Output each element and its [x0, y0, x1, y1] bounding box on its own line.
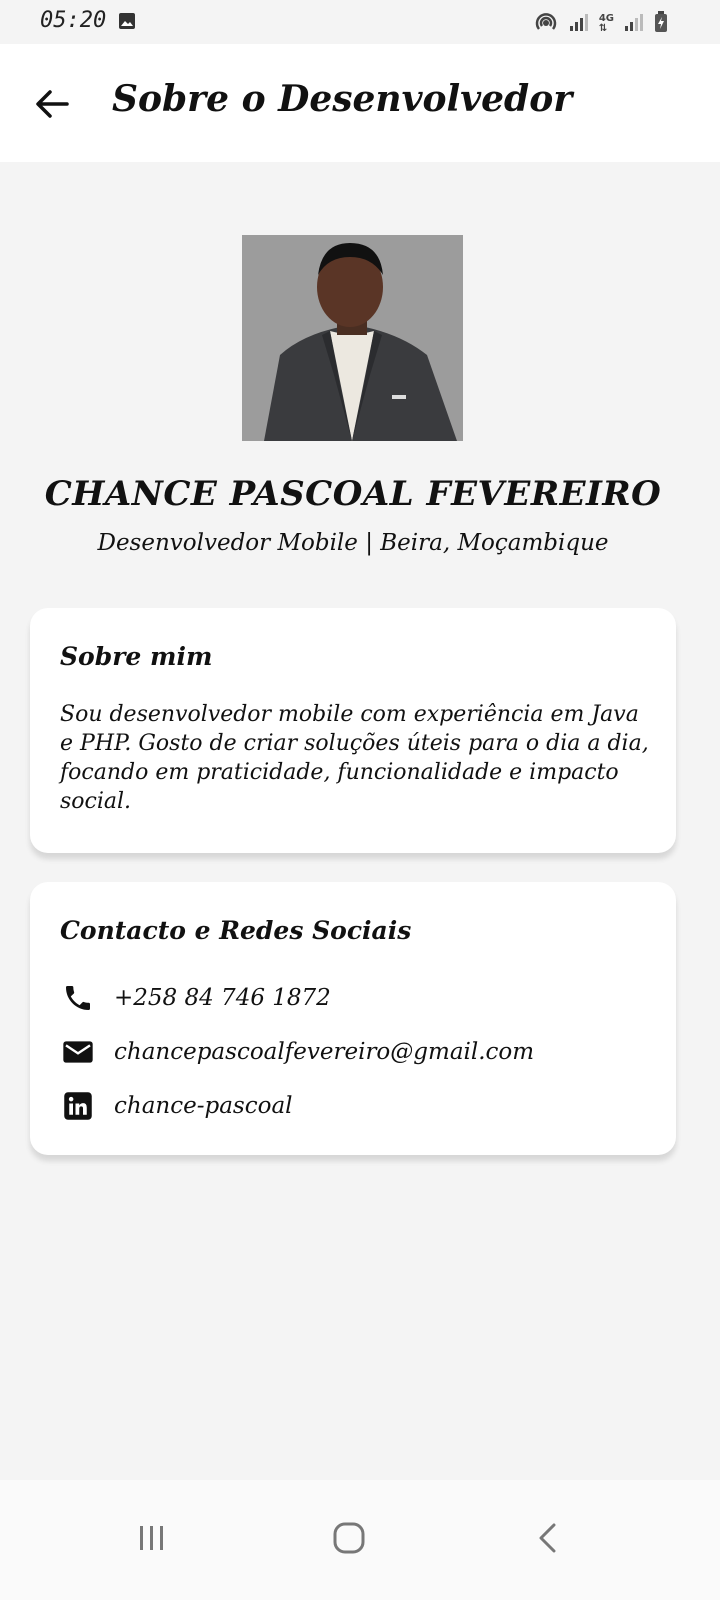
contact-title: Contacto e Redes Sociais [60, 916, 412, 945]
developer-name: CHANCE PASCOAL FEVEREIRO [44, 474, 662, 514]
home-icon [333, 1522, 365, 1554]
developer-role: Desenvolvedor Mobile | Beira, Moçambique [97, 530, 609, 556]
4g-icon: 4G ⇅ [598, 13, 614, 34]
contact-phone[interactable]: +258 84 746 1872 [60, 978, 331, 1018]
contact-linkedin-text: chance-pascoal [114, 1093, 293, 1119]
contact-phone-text: +258 84 746 1872 [114, 985, 331, 1011]
battery-charging-icon [654, 11, 668, 37]
home-button[interactable] [319, 1508, 379, 1568]
email-icon [60, 1034, 96, 1070]
system-nav-bar [0, 1480, 720, 1600]
signal-icon-2 [624, 12, 644, 36]
contact-email-text: chancepascoalfevereiro@gmail.com [114, 1039, 535, 1065]
signal-icon [569, 12, 589, 36]
back-icon [539, 1523, 556, 1553]
phone-icon [60, 980, 96, 1016]
about-title: Sobre mim [60, 642, 213, 671]
status-bar: 05:20 4G ⇅ [0, 0, 720, 44]
contact-linkedin[interactable]: chance-pascoal [60, 1086, 293, 1126]
page-title: Sobre o Desenvolvedor [112, 78, 573, 120]
linkedin-icon [60, 1088, 96, 1124]
image-icon [118, 12, 136, 34]
arrow-back-icon [36, 90, 69, 118]
app-bar: Sobre o Desenvolvedor [0, 44, 720, 162]
contact-card: Contacto e Redes Sociais +258 84 746 187… [30, 882, 676, 1155]
about-text: Sou desenvolvedor mobile com experiência… [60, 702, 649, 814]
about-card: Sobre mim Sou desenvolvedor mobile com e… [30, 608, 676, 853]
back-button[interactable] [30, 82, 74, 126]
hotspot-icon [533, 10, 559, 38]
recents-icon [140, 1526, 163, 1550]
contact-email[interactable]: chancepascoalfevereiro@gmail.com [60, 1032, 534, 1072]
system-back-button[interactable] [518, 1508, 578, 1568]
status-icons: 4G ⇅ [533, 10, 668, 38]
recents-button[interactable] [122, 1508, 182, 1568]
status-time: 05:20 [40, 8, 107, 33]
profile-photo [242, 235, 463, 441]
